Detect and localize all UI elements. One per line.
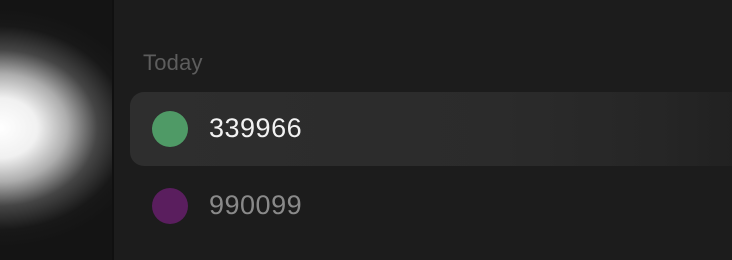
list-item-label: 990099 <box>209 190 303 220</box>
color-swatch-icon <box>152 188 188 224</box>
color-swatch-icon <box>152 111 188 147</box>
history-panel: Today 339966 990099 <box>114 0 732 260</box>
list-item-990099[interactable]: 990099 <box>130 169 732 243</box>
section-header-today: Today <box>143 50 203 75</box>
list-item-339966[interactable]: 339966 <box>130 92 732 166</box>
sidebar-preview <box>0 0 112 260</box>
app-window: Today 339966 990099 <box>0 0 732 260</box>
list-item-label: 339966 <box>209 113 303 143</box>
